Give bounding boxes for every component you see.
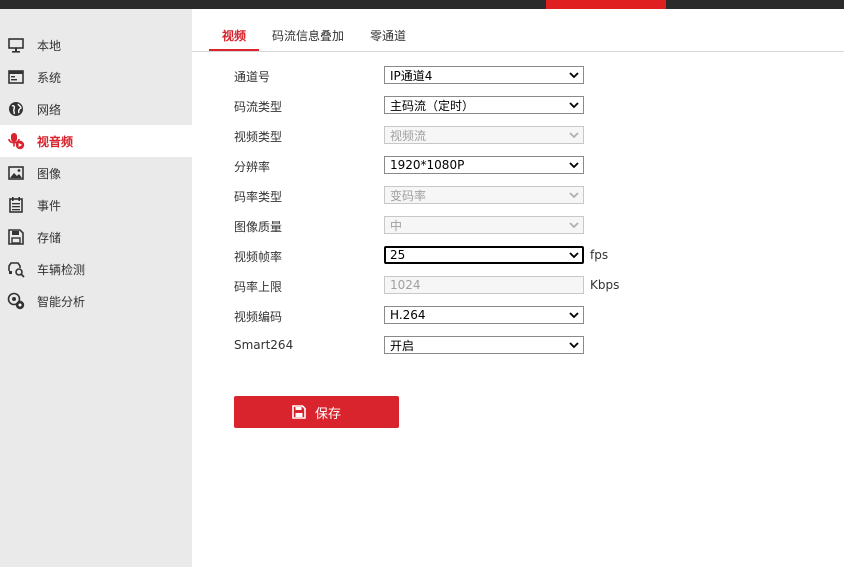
form-row-encoding: 视频编码 H.264 bbox=[234, 306, 654, 326]
bitrate-type-label: 码率类型 bbox=[234, 190, 283, 204]
frame-rate-unit: fps bbox=[590, 248, 609, 262]
sidebar-item-system[interactable]: 系统 bbox=[0, 61, 192, 93]
sidebar-item-label: 存储 bbox=[37, 230, 62, 245]
sidebar-item-local[interactable]: 本地 bbox=[0, 29, 192, 61]
smart-analysis-icon bbox=[7, 292, 25, 310]
chevron-down-icon bbox=[569, 252, 579, 259]
chevron-down-icon bbox=[569, 132, 579, 139]
form-row-stream-type: 码流类型 主码流（定时） bbox=[234, 96, 654, 116]
chevron-down-icon bbox=[569, 312, 579, 319]
smart264-label: Smart264 bbox=[234, 338, 294, 352]
bitrate-type-select: 变码率 bbox=[384, 186, 584, 204]
chevron-down-icon bbox=[569, 222, 579, 229]
tab-video[interactable]: 视频 bbox=[208, 27, 260, 51]
frame-rate-label: 视频帧率 bbox=[234, 250, 283, 264]
resolution-label: 分辨率 bbox=[234, 160, 271, 174]
window-icon bbox=[7, 68, 25, 86]
microphone-icon bbox=[7, 132, 25, 150]
video-type-value: 视频流 bbox=[390, 128, 427, 143]
image-icon bbox=[7, 164, 25, 182]
sidebar-item-label: 网络 bbox=[37, 102, 62, 117]
form-row-max-bitrate: 码率上限 1024 Kbps bbox=[234, 276, 654, 296]
max-bitrate-input: 1024 bbox=[384, 276, 584, 294]
tab-stream-info-overlay[interactable]: 码流信息叠加 bbox=[272, 27, 344, 51]
monitor-icon bbox=[7, 36, 25, 54]
sidebar-item-label: 智能分析 bbox=[37, 294, 86, 309]
sidebar-item-label: 事件 bbox=[37, 198, 62, 213]
chevron-down-icon bbox=[569, 162, 579, 169]
resolution-select[interactable]: 1920*1080P bbox=[384, 156, 584, 174]
channel-select[interactable]: IP通道4 bbox=[384, 66, 584, 84]
stream-type-label: 码流类型 bbox=[234, 100, 283, 114]
sidebar-item-storage[interactable]: 存储 bbox=[0, 221, 192, 253]
chevron-down-icon bbox=[569, 192, 579, 199]
globe-icon bbox=[7, 100, 25, 118]
form-row-resolution: 分辨率 1920*1080P bbox=[234, 156, 654, 176]
tab-zero-channel[interactable]: 零通道 bbox=[370, 27, 406, 51]
chevron-down-icon bbox=[569, 342, 579, 349]
form-row-channel: 通道号 IP通道4 bbox=[234, 66, 654, 86]
frame-rate-value: 25 bbox=[390, 248, 406, 262]
stream-type-select[interactable]: 主码流（定时） bbox=[384, 96, 584, 114]
save-button[interactable]: 保存 bbox=[234, 396, 399, 428]
sidebar-item-label: 视音频 bbox=[37, 134, 74, 149]
image-quality-label: 图像质量 bbox=[234, 220, 283, 234]
max-bitrate-label: 码率上限 bbox=[234, 280, 283, 294]
form-row-smart264: Smart264 开启 bbox=[234, 336, 654, 356]
frame-rate-select[interactable]: 25 bbox=[384, 246, 584, 264]
sidebar-item-label: 本地 bbox=[37, 38, 62, 53]
sidebar-item-label: 系统 bbox=[37, 70, 62, 85]
resolution-value: 1920*1080P bbox=[390, 158, 465, 172]
vehicle-search-icon bbox=[7, 260, 25, 278]
sidebar-item-audio-video[interactable]: 视音频 bbox=[0, 125, 192, 157]
sidebar-item-label: 车辆检测 bbox=[37, 262, 86, 277]
smart264-select[interactable]: 开启 bbox=[384, 336, 584, 354]
save-icon bbox=[7, 228, 25, 246]
channel-value: IP通道4 bbox=[390, 68, 433, 83]
form-row-image-quality: 图像质量 中 bbox=[234, 216, 654, 236]
bitrate-type-value: 变码率 bbox=[390, 188, 427, 203]
image-quality-value: 中 bbox=[390, 218, 403, 233]
video-type-select: 视频流 bbox=[384, 126, 584, 144]
image-quality-select: 中 bbox=[384, 216, 584, 234]
top-bar-accent bbox=[546, 0, 666, 9]
max-bitrate-value: 1024 bbox=[390, 278, 421, 292]
sidebar-item-label: 图像 bbox=[37, 166, 62, 181]
sidebar-item-smart-analysis[interactable]: 智能分析 bbox=[0, 285, 192, 317]
top-bar bbox=[0, 0, 844, 9]
chevron-down-icon bbox=[569, 102, 579, 109]
sidebar-item-image[interactable]: 图像 bbox=[0, 157, 192, 189]
save-icon bbox=[292, 405, 306, 419]
sidebar-item-vehicle-detection[interactable]: 车辆检测 bbox=[0, 253, 192, 285]
sidebar: 本地 系统 网络 视音频 图像 事件 存储 车辆检测 智能分析 bbox=[0, 9, 192, 567]
sidebar-item-event[interactable]: 事件 bbox=[0, 189, 192, 221]
max-bitrate-unit: Kbps bbox=[590, 278, 620, 292]
form-row-frame-rate: 视频帧率 25 fps bbox=[234, 246, 654, 266]
chevron-down-icon bbox=[569, 72, 579, 79]
save-button-label: 保存 bbox=[314, 406, 341, 422]
calendar-icon bbox=[7, 196, 25, 214]
channel-label: 通道号 bbox=[234, 70, 271, 84]
sidebar-item-network[interactable]: 网络 bbox=[0, 93, 192, 125]
tab-bar: 视频 码流信息叠加 零通道 bbox=[192, 9, 844, 52]
form-row-video-type: 视频类型 视频流 bbox=[234, 126, 654, 146]
form-row-bitrate-type: 码率类型 变码率 bbox=[234, 186, 654, 206]
encoding-select[interactable]: H.264 bbox=[384, 306, 584, 324]
stream-type-value: 主码流（定时） bbox=[390, 98, 475, 113]
encoding-label: 视频编码 bbox=[234, 310, 283, 324]
smart264-value: 开启 bbox=[390, 338, 415, 353]
video-type-label: 视频类型 bbox=[234, 130, 283, 144]
encoding-value: H.264 bbox=[390, 308, 426, 322]
